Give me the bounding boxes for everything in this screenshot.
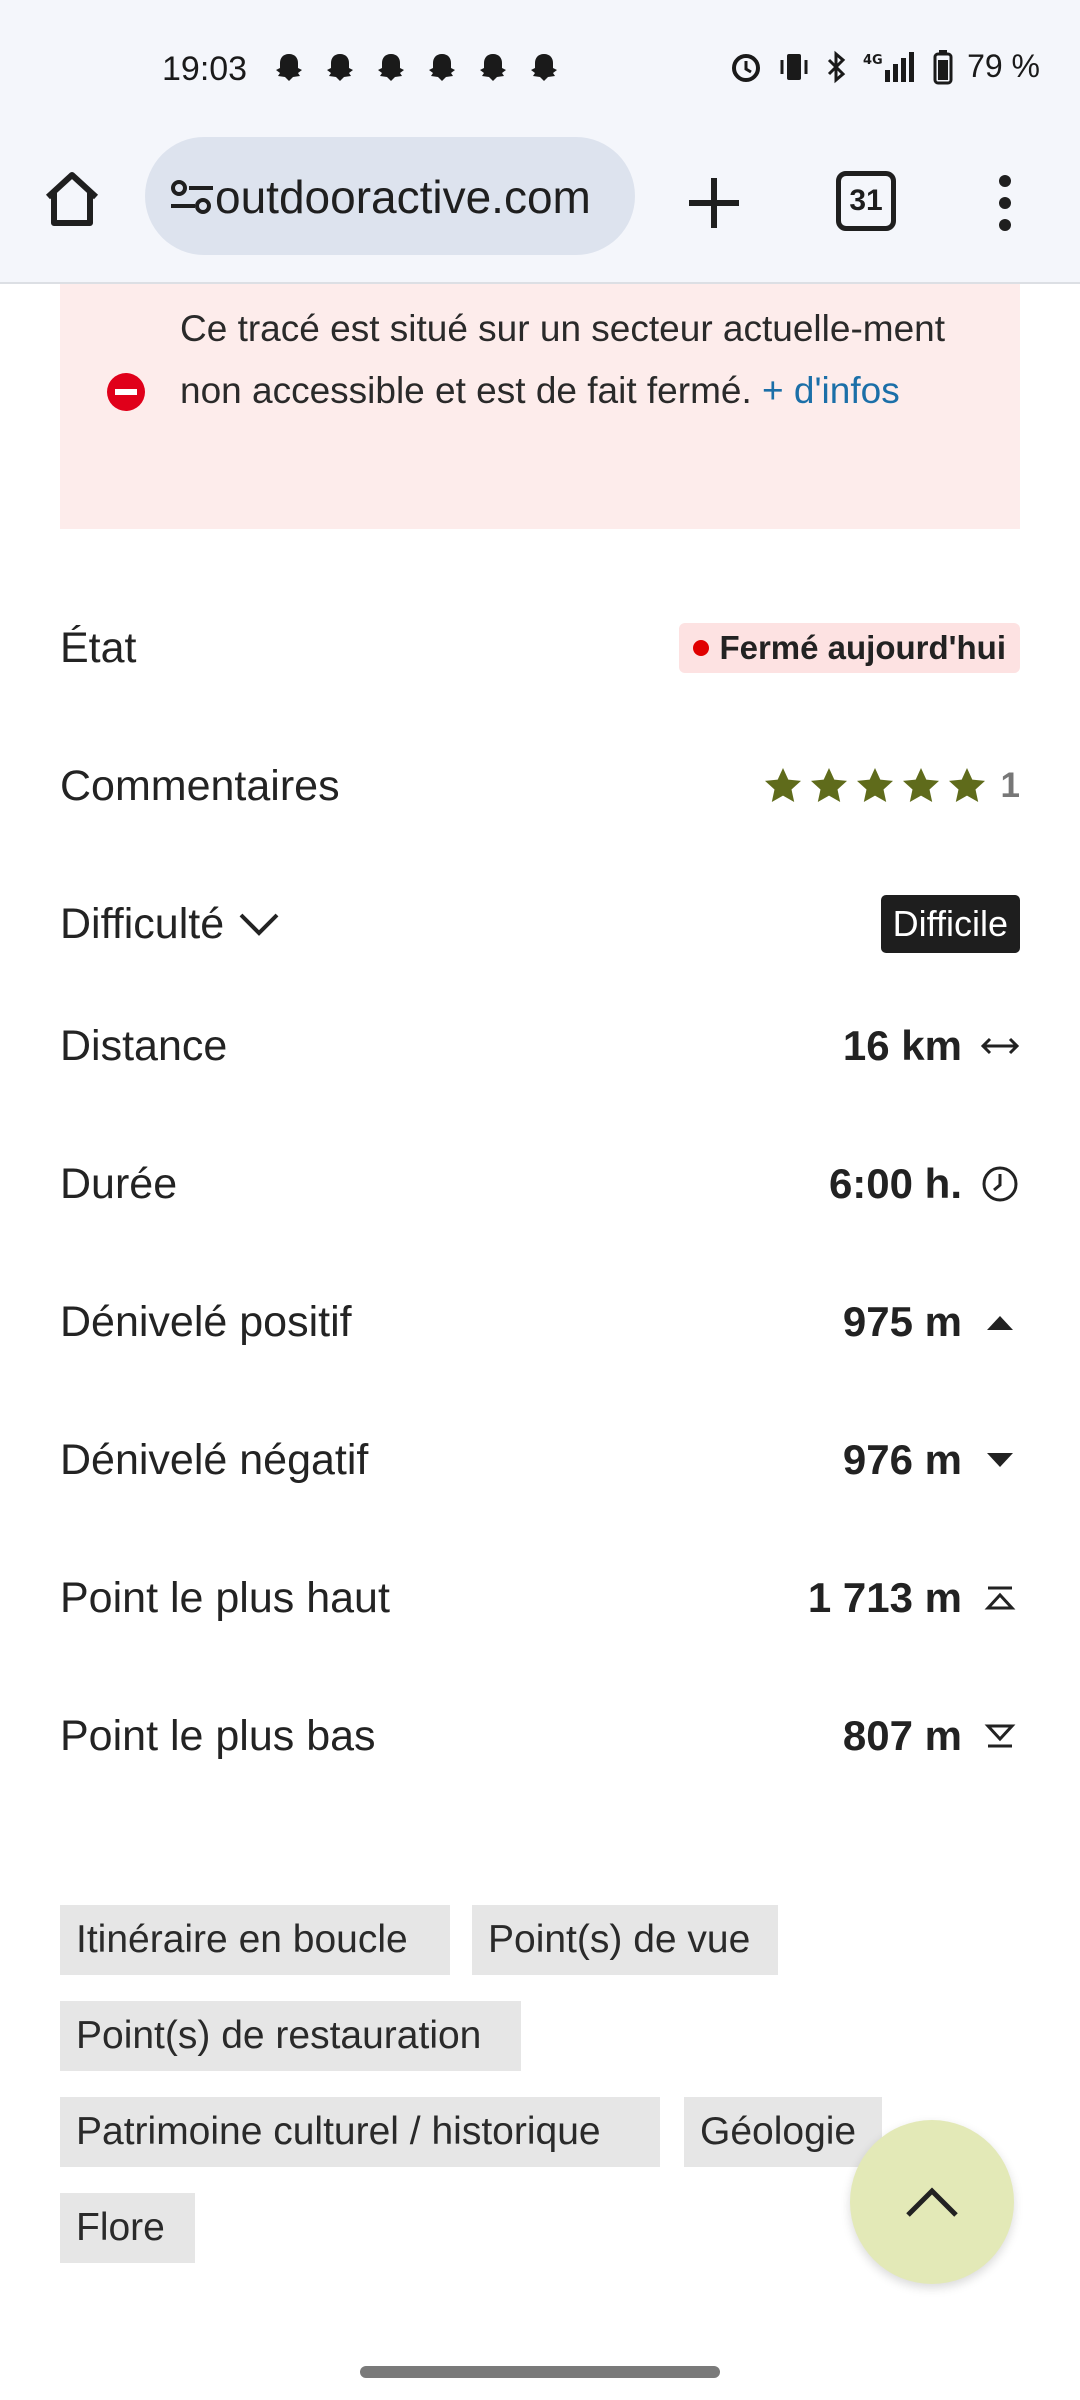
snapchat-icon bbox=[531, 54, 557, 81]
status-time: 19:03 bbox=[162, 50, 248, 88]
point-bas-value: 807 m bbox=[842, 1712, 962, 1759]
star-rating bbox=[763, 766, 987, 806]
distance-value-group: 16 km bbox=[843, 1022, 1020, 1070]
tag-item[interactable]: Itinéraire en boucle bbox=[60, 1905, 450, 1975]
row-distance: Distance 16 km bbox=[60, 1006, 1020, 1086]
battery-level: 79 % bbox=[967, 48, 1040, 84]
snapchat-icon bbox=[480, 54, 506, 81]
distance-value: 16 km bbox=[842, 1022, 962, 1069]
commentaires-label: Commentaires bbox=[60, 761, 340, 810]
row-etat: État Fermé aujourd'hui bbox=[60, 608, 1020, 688]
new-tab-icon[interactable] bbox=[683, 172, 745, 234]
scroll-to-top-button[interactable] bbox=[850, 2120, 1014, 2284]
tag-item[interactable]: Géologie bbox=[684, 2097, 882, 2167]
star-icon bbox=[764, 768, 801, 802]
more-menu-icon[interactable] bbox=[995, 173, 1015, 233]
snapchat-icon bbox=[276, 54, 302, 81]
status-badge: Fermé aujourd'hui bbox=[679, 623, 1020, 673]
denivele-negatif-value-group: 976 m bbox=[843, 1436, 1020, 1484]
rating[interactable]: 1 bbox=[763, 766, 1020, 806]
horizontal-arrows-icon bbox=[980, 1037, 1020, 1055]
denivele-positif-label: Dénivelé positif bbox=[60, 1297, 352, 1346]
duree-value: 6:00 h. bbox=[828, 1160, 962, 1207]
denivele-negatif-label: Dénivelé négatif bbox=[60, 1435, 369, 1484]
signal-icon: 4G bbox=[863, 51, 915, 82]
duree-label: Durée bbox=[60, 1159, 178, 1208]
battery-icon bbox=[933, 49, 953, 84]
closed-dot-icon bbox=[693, 640, 710, 656]
comment-count: 1 bbox=[1000, 766, 1020, 805]
tag-item[interactable]: Flore bbox=[60, 2193, 195, 2263]
bluetooth-icon bbox=[828, 50, 846, 83]
more-info-link[interactable]: + d'infos bbox=[762, 370, 900, 411]
star-icon bbox=[902, 768, 939, 802]
row-commentaires[interactable]: Commentaires 1 bbox=[60, 746, 1020, 826]
denivele-negatif-value: 976 m bbox=[842, 1436, 962, 1483]
triangle-down-icon bbox=[987, 1453, 1013, 1467]
address-bar[interactable]: outdooractive.com bbox=[145, 137, 635, 255]
status-bar: 19:03 4G 79 % bbox=[0, 0, 1080, 135]
notification-icons bbox=[272, 52, 561, 84]
tab-switcher-button[interactable]: 31 bbox=[836, 171, 896, 231]
row-denivele-negatif: Dénivelé négatif 976 m bbox=[60, 1420, 1020, 1500]
row-duree: Durée 6:00 h. bbox=[60, 1144, 1020, 1224]
point-bas-value-group: 807 m bbox=[843, 1712, 1020, 1760]
highest-point-icon bbox=[984, 1586, 1016, 1610]
point-bas-label: Point le plus bas bbox=[60, 1711, 376, 1760]
svg-text:4G: 4G bbox=[863, 53, 883, 68]
duree-value-group: 6:00 h. bbox=[829, 1160, 1020, 1208]
alert-message: Ce tracé est situé sur un secteur actuel… bbox=[180, 298, 980, 422]
row-difficulte: Difficulté Difficile bbox=[60, 884, 1020, 964]
star-icon bbox=[948, 768, 985, 802]
tag-item[interactable]: Point(s) de vue bbox=[472, 1905, 778, 1975]
denivele-positif-value-group: 975 m bbox=[843, 1298, 1020, 1346]
point-haut-value-group: 1 713 m bbox=[808, 1574, 1020, 1622]
etat-label: État bbox=[60, 623, 137, 672]
row-point-bas: Point le plus bas 807 m bbox=[60, 1696, 1020, 1776]
distance-label: Distance bbox=[60, 1021, 228, 1070]
no-entry-icon bbox=[107, 373, 145, 411]
browser-toolbar: outdooractive.com 31 bbox=[0, 135, 1080, 284]
clock-icon bbox=[982, 1166, 1018, 1202]
home-indicator[interactable] bbox=[360, 2366, 720, 2378]
triangle-up-icon bbox=[987, 1316, 1013, 1330]
point-haut-label: Point le plus haut bbox=[60, 1573, 390, 1622]
point-haut-value: 1 713 m bbox=[807, 1574, 962, 1621]
chevron-up-icon bbox=[906, 2187, 958, 2217]
tag-item[interactable]: Patrimoine culturel / historique bbox=[60, 2097, 660, 2167]
difficulte-label: Difficulté bbox=[60, 899, 225, 948]
chevron-down-icon[interactable] bbox=[238, 911, 280, 937]
vibrate-icon bbox=[780, 53, 808, 80]
star-icon bbox=[856, 768, 893, 802]
lowest-point-icon bbox=[984, 1724, 1016, 1748]
row-point-haut: Point le plus haut 1 713 m bbox=[60, 1558, 1020, 1638]
tag-item[interactable]: Point(s) de restauration bbox=[60, 2001, 521, 2071]
row-denivele-positif: Dénivelé positif 975 m bbox=[60, 1282, 1020, 1362]
difficulte-toggle[interactable]: Difficulté bbox=[60, 900, 280, 949]
star-icon bbox=[810, 768, 847, 802]
site-settings-icon[interactable] bbox=[167, 172, 217, 222]
snapchat-icon bbox=[327, 54, 353, 81]
closure-alert: Ce tracé est situé sur un secteur actuel… bbox=[60, 284, 1020, 529]
difficulty-badge: Difficile bbox=[880, 895, 1020, 953]
status-text: Fermé aujourd'hui bbox=[719, 629, 1006, 666]
denivele-positif-value: 975 m bbox=[842, 1298, 962, 1345]
status-icons: 4G 79 % bbox=[729, 48, 1040, 85]
home-icon[interactable] bbox=[40, 167, 104, 231]
url-text[interactable]: outdooractive.com bbox=[215, 170, 591, 224]
alarm-icon bbox=[732, 53, 761, 82]
snapchat-icon bbox=[378, 54, 404, 81]
snapchat-icon bbox=[429, 54, 455, 81]
